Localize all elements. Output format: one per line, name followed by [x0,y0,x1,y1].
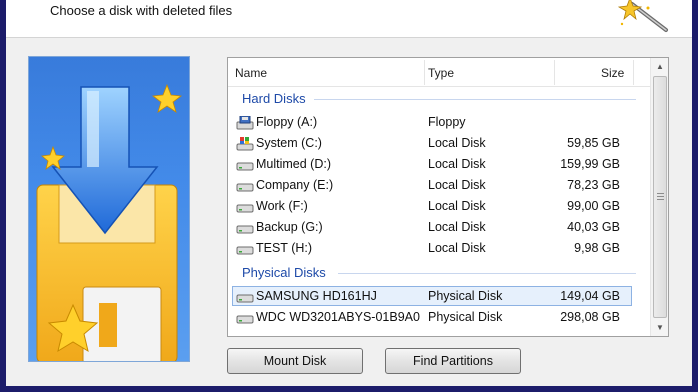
disk-type: Local Disk [428,220,486,234]
mount-disk-button[interactable]: Mount Disk [227,348,363,374]
disk-size: 159,99 GB [560,157,620,171]
column-divider[interactable] [424,60,425,85]
disk-size: 78,23 GB [567,178,620,192]
disk-name: TEST (H:) [256,241,313,255]
list-item[interactable]: Multimed (D:) Local Disk 159,99 GB [232,154,632,174]
grip-line [657,196,664,197]
system-drive-icon [236,137,254,151]
disk-size: 59,85 GB [567,136,620,150]
grip-line [657,193,664,194]
column-name[interactable]: Name [235,58,267,87]
hard-drive-icon [236,162,254,171]
disk-type: Local Disk [428,178,486,192]
disk-type: Floppy [428,115,466,129]
disk-list[interactable]: Name Type Size Hard Disks Floppy (A:) Fl… [227,57,669,337]
disk-name: Work (F:) [256,199,308,213]
wizard-header: Choose a disk with deleted files [6,0,692,38]
scroll-down-arrow-icon[interactable]: ▼ [651,319,669,336]
disk-name: System (C:) [256,136,322,150]
column-divider[interactable] [633,60,634,85]
list-item[interactable]: Backup (G:) Local Disk 40,03 GB [232,217,632,237]
list-item-selected[interactable]: SAMSUNG HD161HJ Physical Disk 149,04 GB [232,286,632,306]
disk-name: Company (E:) [256,178,334,192]
list-column-header: Name Type Size [228,58,650,87]
group-hard-disks: Hard Disks [242,91,306,106]
vertical-scrollbar[interactable]: ▲ ▼ [650,58,668,336]
floppy-download-icon [29,57,189,361]
hard-drive-icon [236,183,254,192]
disk-type: Local Disk [428,199,486,213]
wizard-title: Choose a disk with deleted files [50,3,233,18]
scroll-up-arrow-icon[interactable]: ▲ [651,58,669,75]
column-divider[interactable] [554,60,555,85]
grip-line [657,199,664,200]
hard-drive-icon [236,225,254,234]
disk-name: Floppy (A:) [256,115,318,129]
find-partitions-button[interactable]: Find Partitions [385,348,521,374]
disk-type: Physical Disk [428,289,503,303]
wizard-window: Choose a disk with deleted files Name Ty… [6,0,692,386]
hard-drive-icon [236,246,254,255]
disk-type: Local Disk [428,241,486,255]
list-item[interactable]: Floppy (A:) Floppy [232,112,632,132]
hard-drive-icon [236,204,254,213]
disk-type: Physical Disk [428,310,503,324]
disk-size: 40,03 GB [567,220,620,234]
list-item[interactable]: Company (E:) Local Disk 78,23 GB [232,175,632,195]
list-item[interactable]: Work (F:) Local Disk 99,00 GB [232,196,632,216]
wizard-illustration [28,56,190,362]
disk-size: 298,08 GB [560,310,620,324]
disk-name: WDC WD3201ABYS-01B9A0 [256,310,420,324]
scrollbar-thumb[interactable] [653,76,667,318]
group-divider [314,99,636,100]
list-item[interactable]: System (C:) Local Disk 59,85 GB [232,133,632,153]
group-divider [338,273,636,274]
magic-wand-icon [618,0,668,32]
hard-drive-icon [236,294,254,303]
disk-size: 99,00 GB [567,199,620,213]
disk-type: Local Disk [428,136,486,150]
hard-drive-icon [236,315,254,324]
list-item[interactable]: WDC WD3201ABYS-01B9A0 Physical Disk 298,… [232,307,632,327]
disk-name: Multimed (D:) [256,157,332,171]
disk-name: Backup (G:) [256,220,323,234]
group-physical-disks: Physical Disks [242,265,326,280]
column-size[interactable]: Size [601,58,624,87]
disk-name: SAMSUNG HD161HJ [256,289,377,303]
list-item[interactable]: TEST (H:) Local Disk 9,98 GB [232,238,632,258]
disk-type: Local Disk [428,157,486,171]
column-type[interactable]: Type [428,58,454,87]
disk-size: 9,98 GB [574,241,620,255]
floppy-drive-icon [236,116,254,130]
disk-size: 149,04 GB [560,289,620,303]
